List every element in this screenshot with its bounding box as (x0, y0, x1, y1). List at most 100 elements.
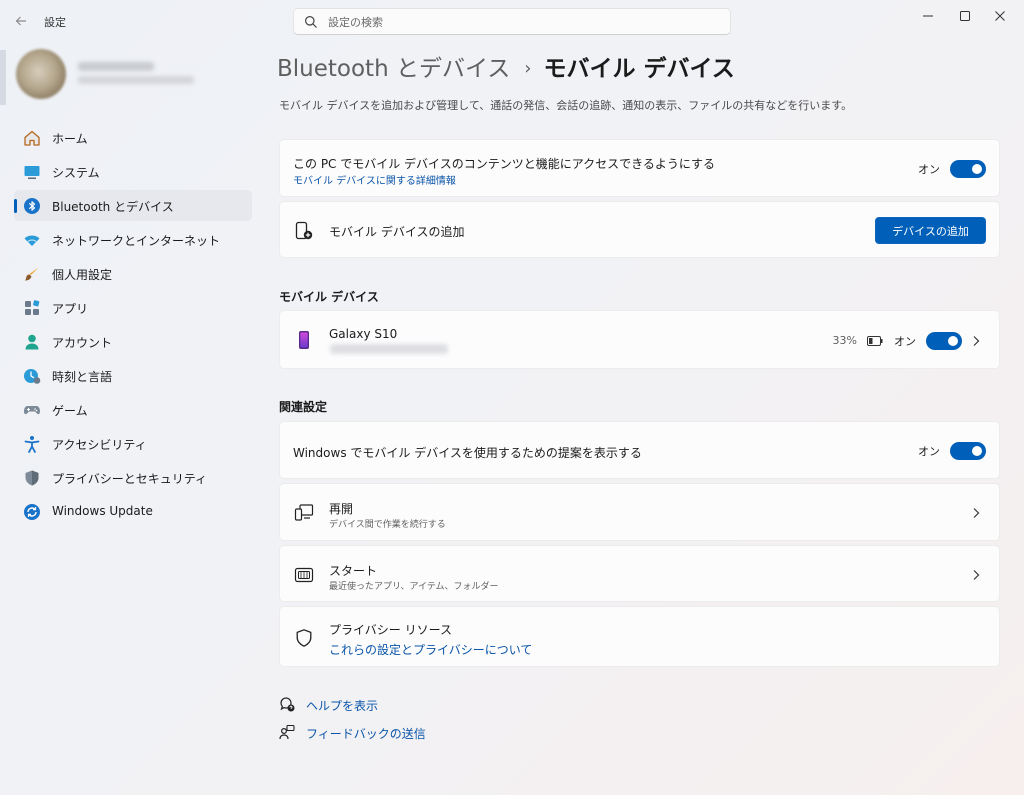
resume-devices-icon (294, 504, 314, 521)
account-icon (25, 334, 39, 350)
minimize-button[interactable] (910, 4, 946, 28)
bluetooth-icon (24, 198, 40, 214)
sidebar-item-network[interactable]: ネットワークとインターネット (14, 224, 252, 255)
sidebar-item-label: アクセシビリティ (52, 438, 147, 452)
avatar (16, 49, 66, 99)
back-arrow-icon (15, 16, 26, 26)
sidebar-nav: ホーム システム Bluetooth とデバイス ネットワークとインターネット … (14, 122, 252, 530)
shield-icon (25, 470, 39, 486)
sidebar-item-label: 個人用設定 (52, 268, 113, 282)
sidebar-item-label: ゲーム (52, 404, 88, 418)
device-toggle[interactable] (926, 332, 962, 350)
sidebar-item-time-language[interactable]: 時刻と言語 (14, 360, 252, 391)
selection-indicator (14, 199, 17, 213)
feedback-link[interactable]: フィードバックの送信 (306, 725, 426, 742)
privacy-resources-title: プライバシー リソース (329, 623, 452, 637)
devices-section-title: モバイル デバイス (279, 290, 379, 304)
toggle-state-label: オン (918, 445, 940, 458)
breadcrumb: Bluetooth とデバイス › モバイル デバイス (277, 49, 735, 82)
suggestion-title: Windows でモバイル デバイスを使用するための提案を表示する (293, 446, 642, 460)
learn-more-link[interactable]: モバイル デバイスに関する詳細情報 (293, 172, 456, 187)
sidebar-item-label: システム (52, 166, 100, 180)
sidebar-item-personalization[interactable]: 個人用設定 (14, 258, 252, 289)
accessibility-icon (24, 436, 40, 453)
chevron-right-icon (973, 570, 980, 580)
profile-email-blurred (78, 76, 194, 84)
home-icon (24, 130, 40, 146)
close-button[interactable] (982, 4, 1018, 28)
gamepad-icon (24, 406, 40, 415)
start-menu-icon (294, 567, 314, 583)
device-toggle-group: オン (872, 332, 962, 350)
sidebar-item-windows-update[interactable]: Windows Update (14, 496, 252, 527)
brush-icon (25, 267, 39, 281)
add-device-title: モバイル デバイスの追加 (329, 225, 465, 239)
sidebar-item-accessibility[interactable]: アクセシビリティ (14, 428, 252, 459)
chevron-right-icon (973, 508, 980, 518)
phone-icon (299, 331, 309, 349)
battery-percentage: 33% (832, 334, 857, 347)
privacy-shield-icon (296, 629, 312, 647)
help-link[interactable]: ヘルプを表示 (306, 697, 378, 714)
search-input[interactable] (328, 13, 708, 31)
maximize-icon (960, 11, 970, 21)
chevron-right-icon (973, 336, 980, 346)
sidebar-item-home[interactable]: ホーム (14, 122, 252, 153)
phone-add-icon (295, 221, 313, 240)
sidebar-item-gaming[interactable]: ゲーム (14, 394, 252, 425)
start-title: スタート (329, 564, 378, 578)
device-card-galaxy[interactable]: Galaxy S10 33% オン (279, 310, 1000, 369)
search-icon (305, 16, 317, 28)
settings-window: 設定 ホーム システム Bluet (0, 0, 1024, 795)
breadcrumb-parent[interactable]: Bluetooth とデバイス (277, 56, 510, 82)
sidebar-item-label: ネットワークとインターネット (52, 234, 221, 248)
sidebar-item-apps[interactable]: アプリ (14, 292, 252, 323)
start-card[interactable]: スタート 最近使ったアプリ、アイテム、フォルダー (279, 545, 1000, 602)
page-title: モバイル デバイス (543, 56, 735, 82)
search-box[interactable] (293, 8, 731, 35)
access-setting-card: この PC でモバイル デバイスのコンテンツと機能にアクセスできるようにする モ… (279, 139, 1000, 197)
title-bar: 設定 (0, 0, 1024, 40)
sidebar-item-system[interactable]: システム (14, 156, 252, 187)
breadcrumb-separator: › (524, 58, 532, 79)
sidebar-item-label: Windows Update (52, 504, 153, 518)
profile-name-blurred (78, 62, 154, 71)
sidebar-item-label: Bluetooth とデバイス (52, 200, 174, 214)
resume-subtitle: デバイス間で作業を続行する (329, 520, 446, 530)
help-icon (280, 697, 295, 712)
access-toggle[interactable] (950, 160, 986, 178)
sidebar-item-privacy-security[interactable]: プライバシーとセキュリティ (14, 462, 252, 493)
sidebar-item-accounts[interactable]: アカウント (14, 326, 252, 357)
add-device-button[interactable]: デバイスの追加 (875, 217, 986, 244)
close-icon (995, 11, 1005, 21)
sidebar-item-label: アカウント (52, 336, 113, 350)
back-button[interactable] (10, 10, 32, 32)
start-subtitle: 最近使ったアプリ、アイテム、フォルダー (329, 582, 499, 592)
suggestion-toggle[interactable] (950, 442, 986, 460)
wifi-icon (24, 235, 40, 246)
sidebar-item-label: ホーム (52, 132, 88, 146)
time-language-icon (24, 369, 41, 384)
privacy-info-link[interactable]: これらの設定とプライバシーについて (329, 641, 532, 658)
add-device-card: モバイル デバイスの追加 デバイスの追加 (279, 201, 1000, 258)
suggestion-toggle-group: オン (896, 442, 986, 460)
feedback-icon (279, 724, 295, 740)
resume-card[interactable]: 再開 デバイス間で作業を続行する (279, 483, 1000, 541)
system-icon (24, 166, 40, 179)
privacy-resources-card: プライバシー リソース これらの設定とプライバシーについて (279, 606, 1000, 667)
related-section-title: 関連設定 (279, 400, 328, 414)
app-title: 設定 (44, 16, 66, 29)
access-toggle-group: オン (896, 160, 986, 178)
device-name: Galaxy S10 (329, 327, 398, 341)
user-profile[interactable] (0, 44, 260, 106)
maximize-button[interactable] (947, 4, 983, 28)
toggle-state-label: オン (918, 163, 940, 176)
sidebar-item-label: アプリ (52, 302, 89, 316)
sidebar-item-bluetooth[interactable]: Bluetooth とデバイス (14, 190, 252, 221)
device-detail-blurred (330, 344, 448, 354)
sidebar-item-label: 時刻と言語 (52, 370, 113, 384)
access-setting-title: この PC でモバイル デバイスのコンテンツと機能にアクセスできるようにする (293, 157, 715, 171)
sidebar-item-label: プライバシーとセキュリティ (52, 472, 208, 486)
toggle-state-label: オン (894, 335, 916, 348)
page-description: モバイル デバイスを追加および管理して、通話の発信、会話の追跡、通知の表示、ファ… (279, 99, 853, 112)
